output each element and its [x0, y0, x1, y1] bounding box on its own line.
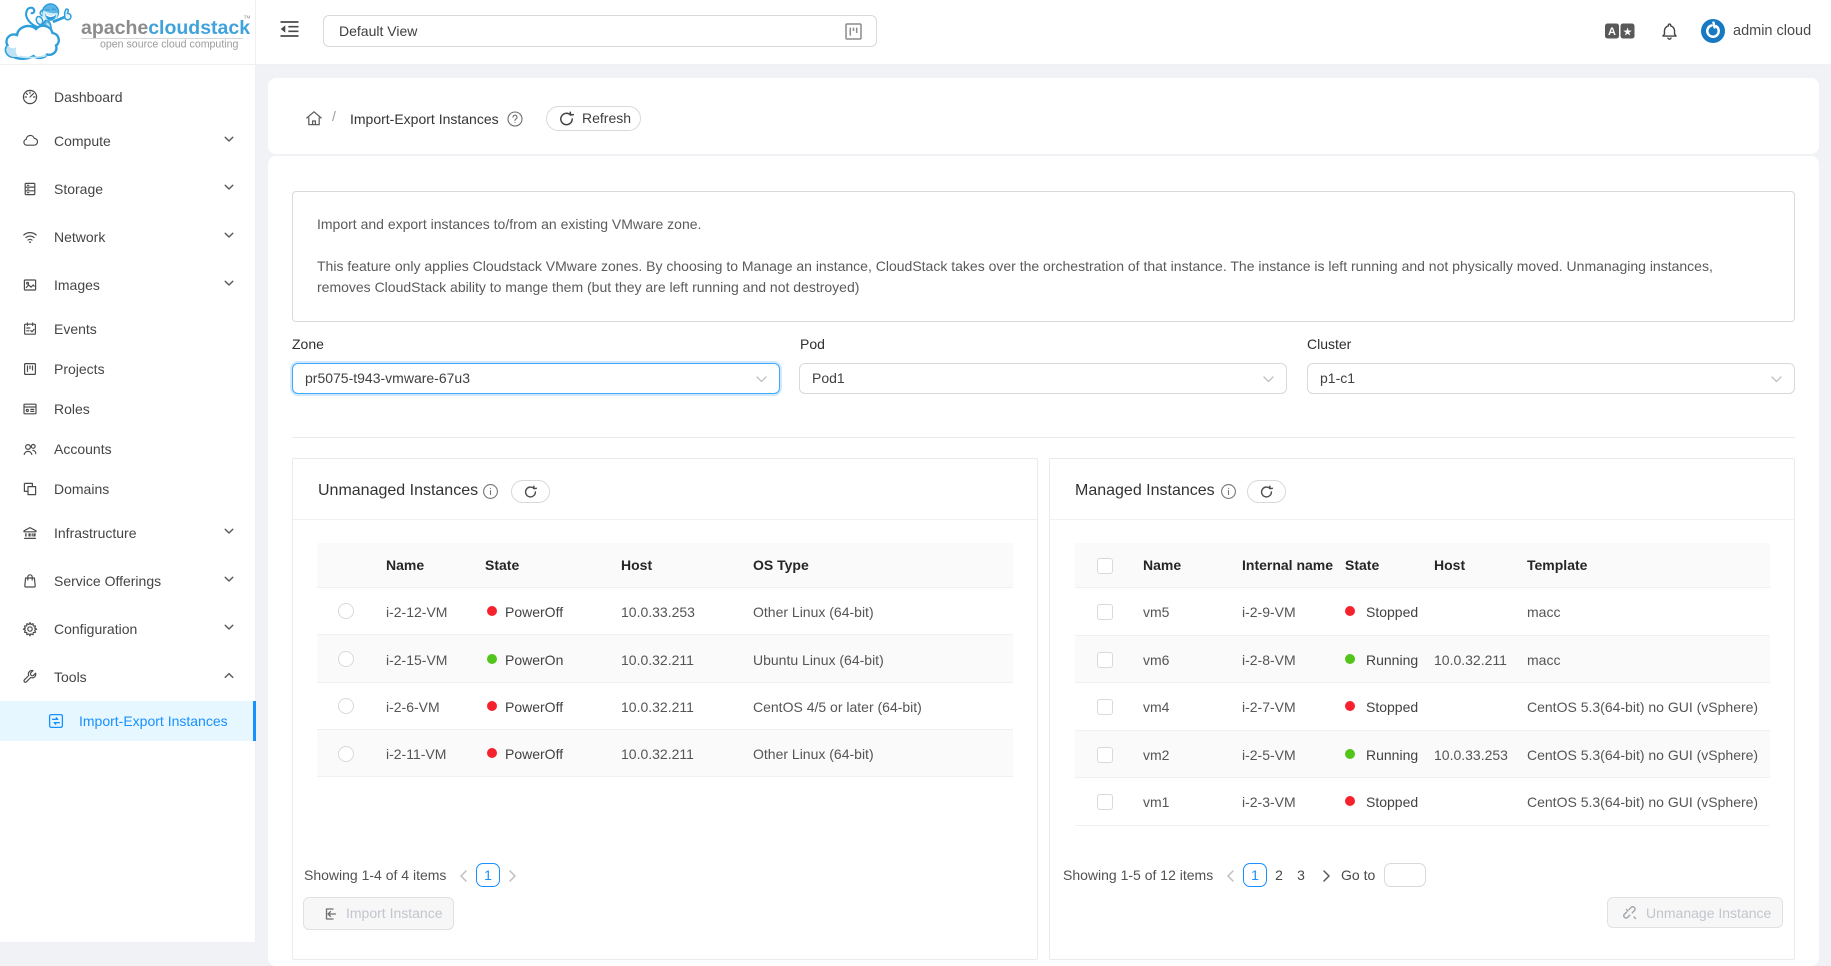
- svg-text:apachecloudstack: apachecloudstack: [81, 17, 250, 39]
- svg-text:★: ★: [1623, 26, 1633, 38]
- svg-text:™: ™: [243, 14, 250, 23]
- svg-text:A: A: [1608, 26, 1616, 38]
- svg-text:open source cloud computing: open source cloud computing: [100, 39, 239, 51]
